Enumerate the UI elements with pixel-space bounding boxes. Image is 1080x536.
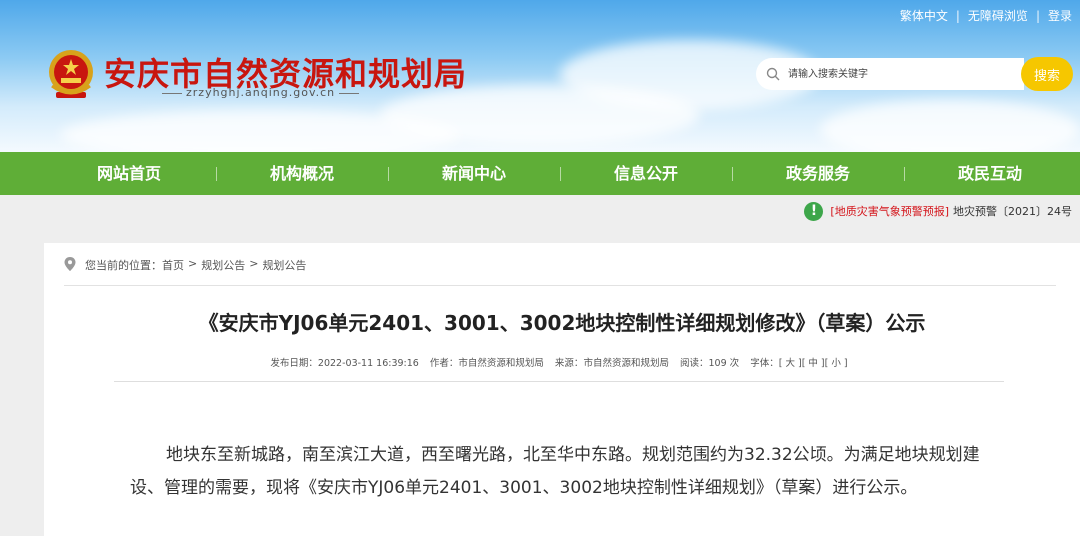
font-size-large[interactable]: [ 大 ] [779, 358, 802, 369]
author: 作者：市自然资源和规划局 [430, 358, 544, 369]
font-size-controls: 字体：[ 大 ][ 中 ][ 小 ] [750, 358, 847, 369]
nav-item-public-interaction[interactable]: 政民互动 [904, 152, 1076, 195]
nav-item-government-services[interactable]: 政务服务 [732, 152, 904, 195]
source-label: 来源： [554, 358, 584, 369]
search-input[interactable] [786, 67, 1020, 81]
source: 来源：市自然资源和规划局 [555, 358, 669, 369]
national-emblem-icon [49, 50, 93, 98]
views-unit: 次 [729, 358, 740, 369]
nav-item-info-disclosure[interactable]: 信息公开 [560, 152, 732, 195]
font-size-label: 字体： [750, 358, 779, 369]
publish-date: 发布日期：2022-03-11 16:39:16 [270, 358, 418, 369]
link-separator: | [955, 8, 960, 23]
top-links: 繁体中文 | 无障碍浏览 | 登录 [900, 7, 1072, 24]
breadcrumb-home[interactable]: 首页 [162, 257, 184, 273]
alert-icon: ! [804, 201, 824, 221]
nav-item-home[interactable]: 网站首页 [0, 152, 216, 195]
traditional-chinese-link[interactable]: 繁体中文 [900, 7, 948, 24]
author-value: 市自然资源和规划局 [458, 358, 544, 369]
disaster-alert[interactable]: ! [地质灾害气象预警预报] 地灾预警〔2021〕24号 [804, 200, 1072, 222]
alert-text[interactable]: 地灾预警〔2021〕24号 [953, 203, 1072, 219]
source-value: 市自然资源和规划局 [583, 358, 669, 369]
article-title: 《安庆市YJ06单元2401、3001、3002地块控制性详细规划修改》（草案）… [198, 311, 926, 335]
article-meta: 发布日期：2022-03-11 16:39:16 作者：市自然资源和规划局 来源… [114, 355, 1004, 382]
site-domain: zrzyhghj.anqing.gov.cn [158, 86, 363, 99]
author-label: 作者： [429, 358, 459, 369]
article-panel: 您当前的位置： 首页 > 规划公告 > 规划公告 《安庆市YJ06单元2401、… [44, 243, 1080, 536]
breadcrumb-prefix: 您当前的位置： [85, 259, 162, 272]
publish-date-label: 发布日期： [270, 358, 318, 369]
decor-cloud [820, 100, 1080, 152]
search-icon [766, 67, 780, 81]
location-pin-icon [64, 257, 76, 271]
site-header: 繁体中文 | 无障碍浏览 | 登录 安庆市自然资源和规划局 zrzyhghj.a… [0, 0, 1080, 152]
breadcrumb: 您当前的位置： 首页 > 规划公告 > 规划公告 [64, 257, 1056, 286]
font-size-small[interactable]: [ 小 ] [825, 358, 848, 369]
accessible-browse-link[interactable]: 无障碍浏览 [968, 7, 1028, 24]
search-box [756, 58, 1024, 90]
breadcrumb-separator: > [249, 257, 259, 270]
nav-item-news[interactable]: 新闻中心 [388, 152, 560, 195]
article-body: 地块东至新城路，南至滨江大道，西至曙光路，北至华中东路。规划范围约为32.32公… [130, 445, 980, 498]
main-nav: 网站首页 机构概况 新闻中心 信息公开 政务服务 政民互动 [0, 152, 1080, 195]
font-size-medium[interactable]: [ 中 ] [802, 358, 825, 369]
link-separator: | [1035, 8, 1040, 23]
breadcrumb-level1[interactable]: 规划公告 [201, 257, 245, 273]
alert-tag[interactable]: [地质灾害气象预警预报] [830, 203, 949, 219]
breadcrumb-level2[interactable]: 规划公告 [262, 257, 306, 273]
breadcrumb-separator: > [188, 257, 198, 270]
decor-cloud [60, 110, 460, 152]
views-value: 109 [708, 358, 727, 369]
view-count: 阅读：109 次 [680, 358, 739, 369]
login-link[interactable]: 登录 [1048, 7, 1072, 24]
views-label: 阅读： [679, 358, 709, 369]
search-button[interactable]: 搜索 [1021, 57, 1073, 91]
publish-date-value: 2022-03-11 16:39:16 [317, 358, 419, 369]
nav-item-organization[interactable]: 机构概况 [216, 152, 388, 195]
